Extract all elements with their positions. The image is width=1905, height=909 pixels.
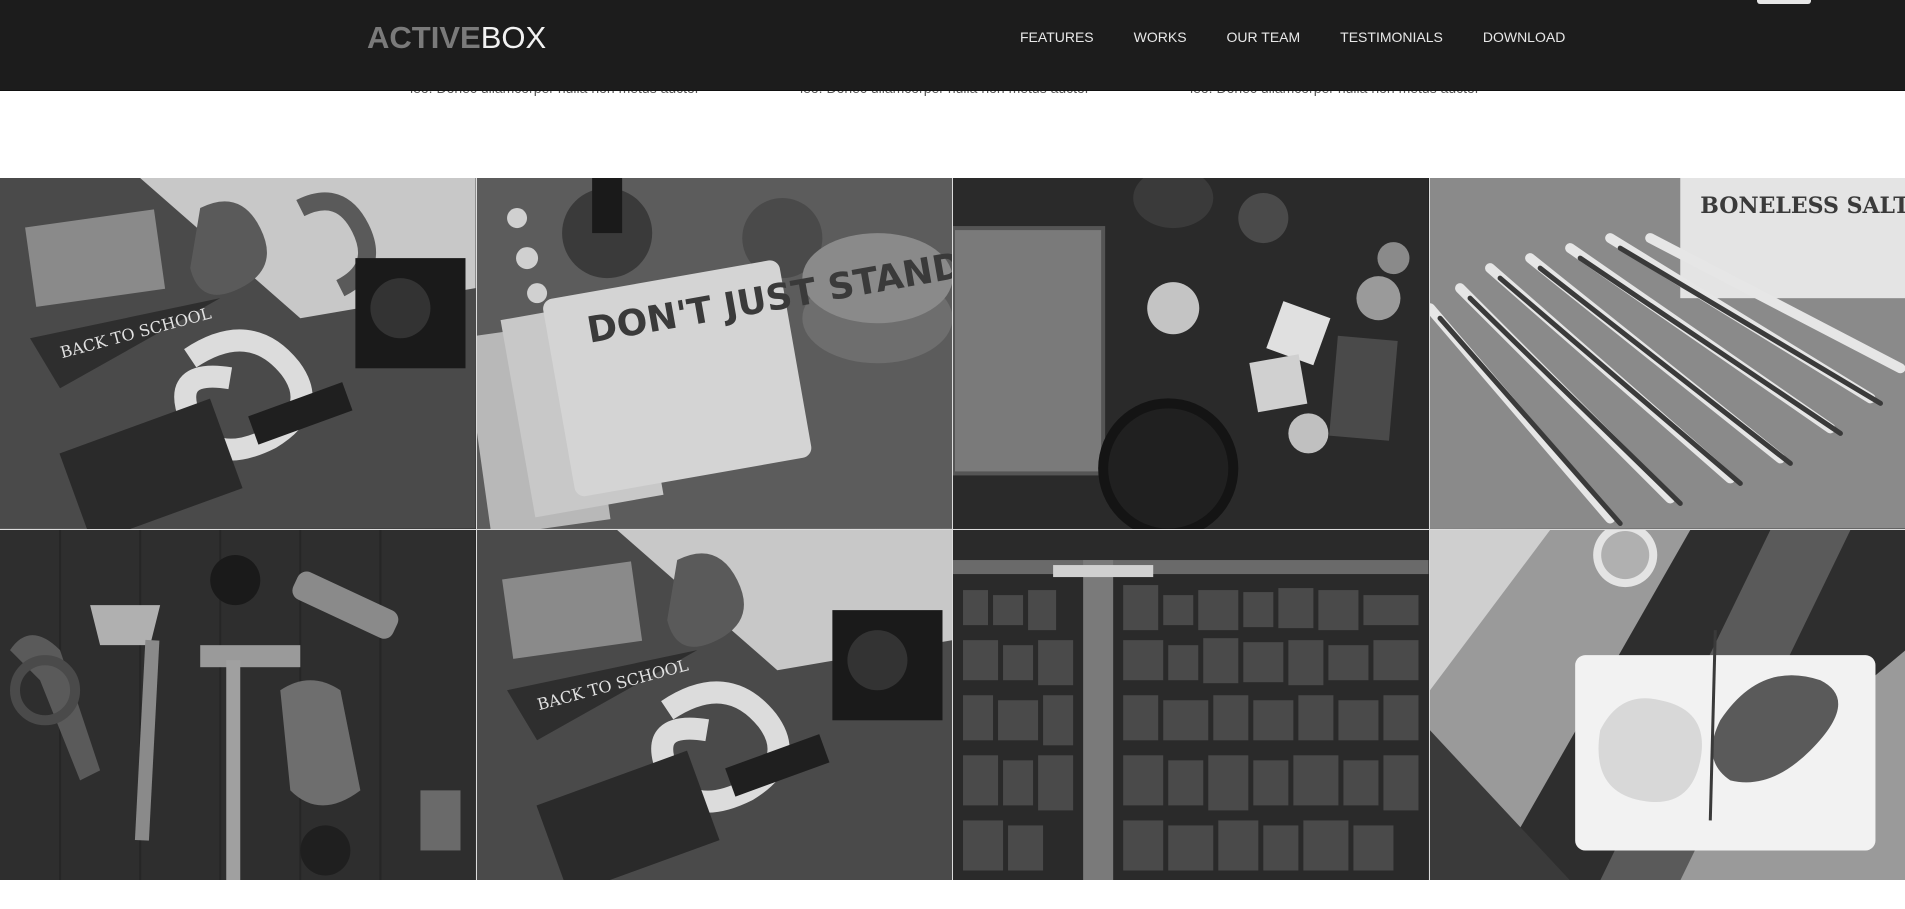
gallery-tile-3[interactable] [953, 178, 1429, 529]
gallery-tile-4[interactable]: BONELESS SALT CODFISH FIRST NATIONAL STO… [1429, 178, 1905, 529]
gallery-tile-5[interactable] [0, 529, 476, 880]
logo-bold: ACTIVE [367, 20, 481, 55]
nav-features[interactable]: FEATURES [1000, 29, 1114, 45]
photo-food-icon [1429, 529, 1905, 880]
logo-light: BOX [480, 20, 547, 55]
photo-desk-icon: BACK TO SCHOOL [476, 529, 952, 880]
gallery-tile-2[interactable]: DON'T JUST STAND THERE [476, 178, 952, 529]
photo-tools-icon [0, 529, 476, 880]
nav-our-team[interactable]: OUR TEAM [1207, 29, 1321, 45]
photo-notebooks-icon: DON'T JUST STAND THERE [476, 178, 952, 529]
nav-download[interactable]: DOWNLOAD [1463, 29, 1585, 45]
nav-testimonials[interactable]: TESTIMONIALS [1320, 29, 1463, 45]
photo-letterpress-icon [953, 529, 1429, 880]
nav-works[interactable]: WORKS [1114, 29, 1207, 45]
top-tab[interactable] [1757, 0, 1811, 4]
gallery-tile-7[interactable] [953, 529, 1429, 880]
nav-menu: FEATURES WORKS OUR TEAM TESTIMONIALS DOW… [1000, 29, 1585, 45]
photo-kitchen-icon [953, 178, 1429, 529]
gallery-tile-1[interactable]: BACK TO SCHOOL [0, 178, 476, 529]
photo-rulers-icon: BONELESS SALT CODFISH FIRST NATIONAL STO… [1429, 178, 1905, 529]
top-navbar: ACTIVEBOX FEATURES WORKS OUR TEAM TESTIM… [0, 0, 1905, 91]
logo[interactable]: ACTIVEBOX [367, 22, 546, 54]
gallery-tile-6[interactable]: BACK TO SCHOOL [476, 529, 952, 880]
photo-desk-icon: BACK TO SCHOOL [0, 178, 476, 529]
sign-text: BONELESS SALT CODFISH FIRST NATIONAL STO… [1700, 193, 1905, 219]
works-gallery: BACK TO SCHOOL DON'T JUST STAND THERE [0, 178, 1905, 880]
gallery-tile-8[interactable] [1429, 529, 1905, 880]
